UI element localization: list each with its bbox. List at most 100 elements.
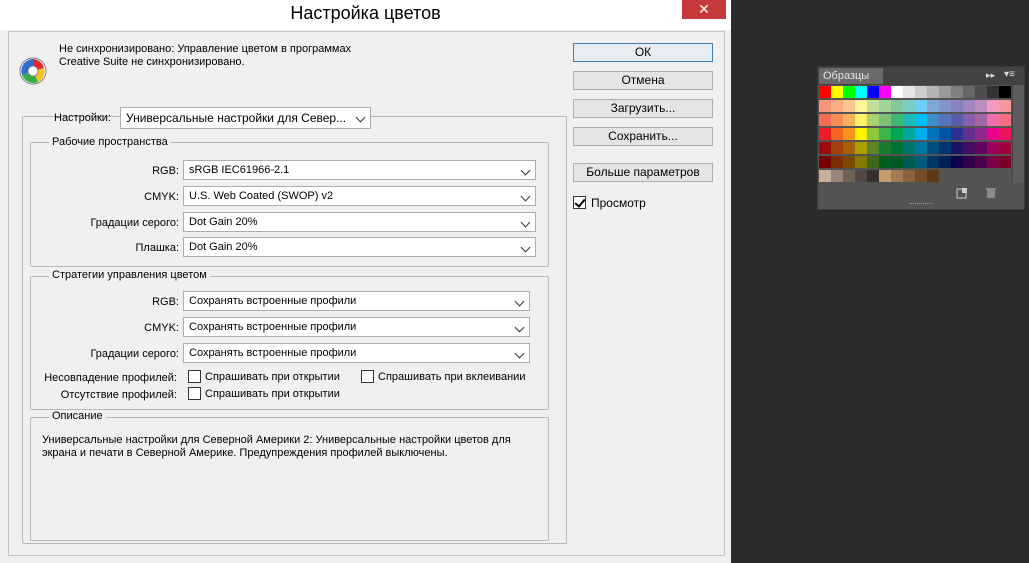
swatch[interactable] [939,114,951,126]
swatch[interactable] [879,86,891,98]
swatch[interactable] [867,128,879,140]
swatch[interactable] [831,156,843,168]
swatch[interactable] [879,100,891,112]
swatch[interactable] [819,100,831,112]
swatch[interactable] [999,142,1011,154]
swatch[interactable] [855,170,867,182]
swatch[interactable] [867,156,879,168]
collapse-icon[interactable]: ▸▸ [986,70,995,81]
swatch[interactable] [975,156,987,168]
swatch[interactable] [891,86,903,98]
swatch[interactable] [975,100,987,112]
panel-menu-icon[interactable]: ▾≡ [1004,69,1015,80]
gray-workspace-dropdown[interactable]: Dot Gain 20% [183,212,536,232]
swatch[interactable] [951,86,963,98]
swatch[interactable] [879,128,891,140]
swatch[interactable] [867,100,879,112]
swatch[interactable] [903,114,915,126]
swatch[interactable] [867,86,879,98]
swatches-scrollbar[interactable] [1012,85,1024,183]
cmyk-workspace-dropdown[interactable]: U.S. Web Coated (SWOP) v2 [183,186,536,206]
rgb-workspace-dropdown[interactable]: sRGB IEC61966-2.1 [183,160,536,180]
swatch[interactable] [939,156,951,168]
swatch[interactable] [999,86,1011,98]
swatch[interactable] [999,100,1011,112]
swatch[interactable] [939,142,951,154]
swatch[interactable] [975,114,987,126]
swatch[interactable] [999,114,1011,126]
swatch[interactable] [975,128,987,140]
swatch[interactable] [987,142,999,154]
swatch[interactable] [975,86,987,98]
swatch[interactable] [867,170,879,182]
swatch[interactable] [927,142,939,154]
swatch[interactable] [963,86,975,98]
swatch[interactable] [867,114,879,126]
swatch[interactable] [963,114,975,126]
close-button[interactable]: ✕ [682,0,726,19]
swatch[interactable] [879,170,891,182]
swatch[interactable] [843,114,855,126]
swatch[interactable] [831,142,843,154]
swatch[interactable] [843,100,855,112]
ask-when-opening-missing-checkbox[interactable] [188,387,201,400]
swatch[interactable] [819,128,831,140]
swatch[interactable] [891,100,903,112]
swatch[interactable] [975,142,987,154]
swatch[interactable] [927,170,939,182]
trash-icon[interactable] [985,187,997,199]
swatch[interactable] [951,128,963,140]
swatch[interactable] [831,170,843,182]
swatch[interactable] [939,86,951,98]
swatch[interactable] [903,100,915,112]
swatch[interactable] [951,142,963,154]
ok-button[interactable]: ОК [573,43,713,62]
swatch[interactable] [819,156,831,168]
swatch[interactable] [867,142,879,154]
swatch[interactable] [963,156,975,168]
spot-workspace-dropdown[interactable]: Dot Gain 20% [183,237,536,257]
swatch[interactable] [999,156,1011,168]
swatch[interactable] [855,142,867,154]
swatch[interactable] [915,128,927,140]
swatch[interactable] [819,142,831,154]
swatch[interactable] [939,100,951,112]
swatch[interactable] [879,156,891,168]
settings-dropdown[interactable]: Универсальные настройки для Север... [120,107,371,129]
swatch[interactable] [903,128,915,140]
swatch[interactable] [891,128,903,140]
swatch[interactable] [855,114,867,126]
swatch[interactable] [927,114,939,126]
swatch[interactable] [855,100,867,112]
swatch[interactable] [843,142,855,154]
swatch[interactable] [951,100,963,112]
swatch[interactable] [831,128,843,140]
swatch[interactable] [831,86,843,98]
swatch[interactable] [987,128,999,140]
swatch[interactable] [963,128,975,140]
preview-checkbox[interactable] [573,196,586,209]
swatch[interactable] [987,156,999,168]
swatch[interactable] [987,100,999,112]
swatch[interactable] [927,156,939,168]
swatch[interactable] [891,142,903,154]
swatch[interactable] [879,114,891,126]
swatch[interactable] [915,142,927,154]
resize-grip[interactable] [910,203,932,206]
swatch[interactable] [819,114,831,126]
swatch[interactable] [987,114,999,126]
swatch[interactable] [819,170,831,182]
swatch[interactable] [855,156,867,168]
swatch[interactable] [939,128,951,140]
cmyk-policy-dropdown[interactable]: Сохранять встроенные профили [183,317,530,337]
swatch[interactable] [891,170,903,182]
swatch[interactable] [903,156,915,168]
swatch[interactable] [951,114,963,126]
swatches-tab[interactable]: Образцы [819,68,883,84]
swatch[interactable] [891,156,903,168]
swatch[interactable] [915,114,927,126]
swatch[interactable] [927,128,939,140]
load-button[interactable]: Загрузить... [573,99,713,118]
swatch[interactable] [831,100,843,112]
swatch[interactable] [843,170,855,182]
